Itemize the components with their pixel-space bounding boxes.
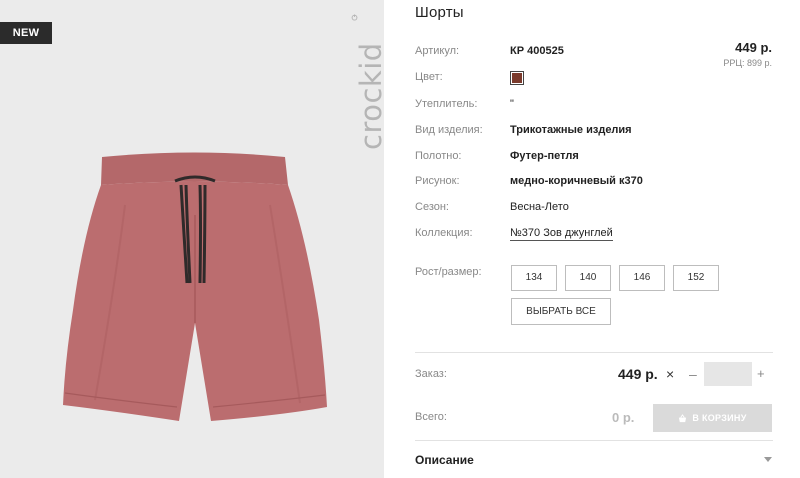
order-label: Заказ: [415,368,447,380]
collection-link[interactable]: №370 Зов джунглей [510,227,613,241]
season-label: Сезон: [415,201,449,213]
add-to-cart-button[interactable]: В КОРЗИНУ [653,404,772,432]
insulation-label: Утеплитель: [415,98,478,110]
article-label: Артикул: [415,45,460,57]
product-title: Шорты [415,4,464,21]
quantity-input[interactable] [704,362,752,386]
size-label: Рост/размер: [415,266,482,278]
add-to-cart-label: В КОРЗИНУ [692,413,747,423]
size-option-152[interactable]: 152 [673,265,719,291]
select-all-button[interactable]: ВЫБРАТЬ ВСЕ [511,298,611,325]
pattern-value: медно-коричневый к370 [510,175,643,187]
item-type-value: Трикотажные изделия [510,124,632,136]
divider [415,352,773,353]
season-value: Весна-Лето [510,201,569,213]
insulation-value: " [510,98,514,110]
fabric-value: Футер-петля [510,150,579,162]
multiply-sign: × [666,366,675,382]
collection-value[interactable]: №370 Зов джунглей [510,227,613,241]
collection-label: Коллекция: [415,227,473,239]
size-option-146[interactable]: 146 [619,265,665,291]
brand-name: crockid [354,42,384,150]
product-rrp: РРЦ: 899 р. [723,58,772,68]
total-label: Всего: [415,411,447,423]
increment-button[interactable]: + [757,366,765,381]
size-options: 134 140 146 152 [511,265,719,291]
fabric-label: Полотно: [415,150,462,162]
color-swatch[interactable] [510,71,524,85]
decrement-button[interactable]: – [689,366,697,382]
description-toggle[interactable]: Описание [415,453,474,467]
total-value: 0 р. [612,410,635,425]
item-type-label: Вид изделия: [415,124,483,136]
product-price: 449 р. [735,40,772,55]
size-option-140[interactable]: 140 [565,265,611,291]
size-option-134[interactable]: 134 [511,265,557,291]
new-badge: NEW [0,22,52,44]
article-value: КР 400525 [510,45,564,57]
color-swatch-fill [512,73,522,83]
product-image-panel: NEW crockid [0,0,384,478]
order-price: 449 р. [618,366,658,382]
basket-icon [679,413,687,422]
divider [415,440,773,441]
chevron-down-icon[interactable] [764,457,772,462]
color-label: Цвет: [415,71,443,83]
pattern-label: Рисунок: [415,175,460,187]
product-photo [63,152,327,421]
